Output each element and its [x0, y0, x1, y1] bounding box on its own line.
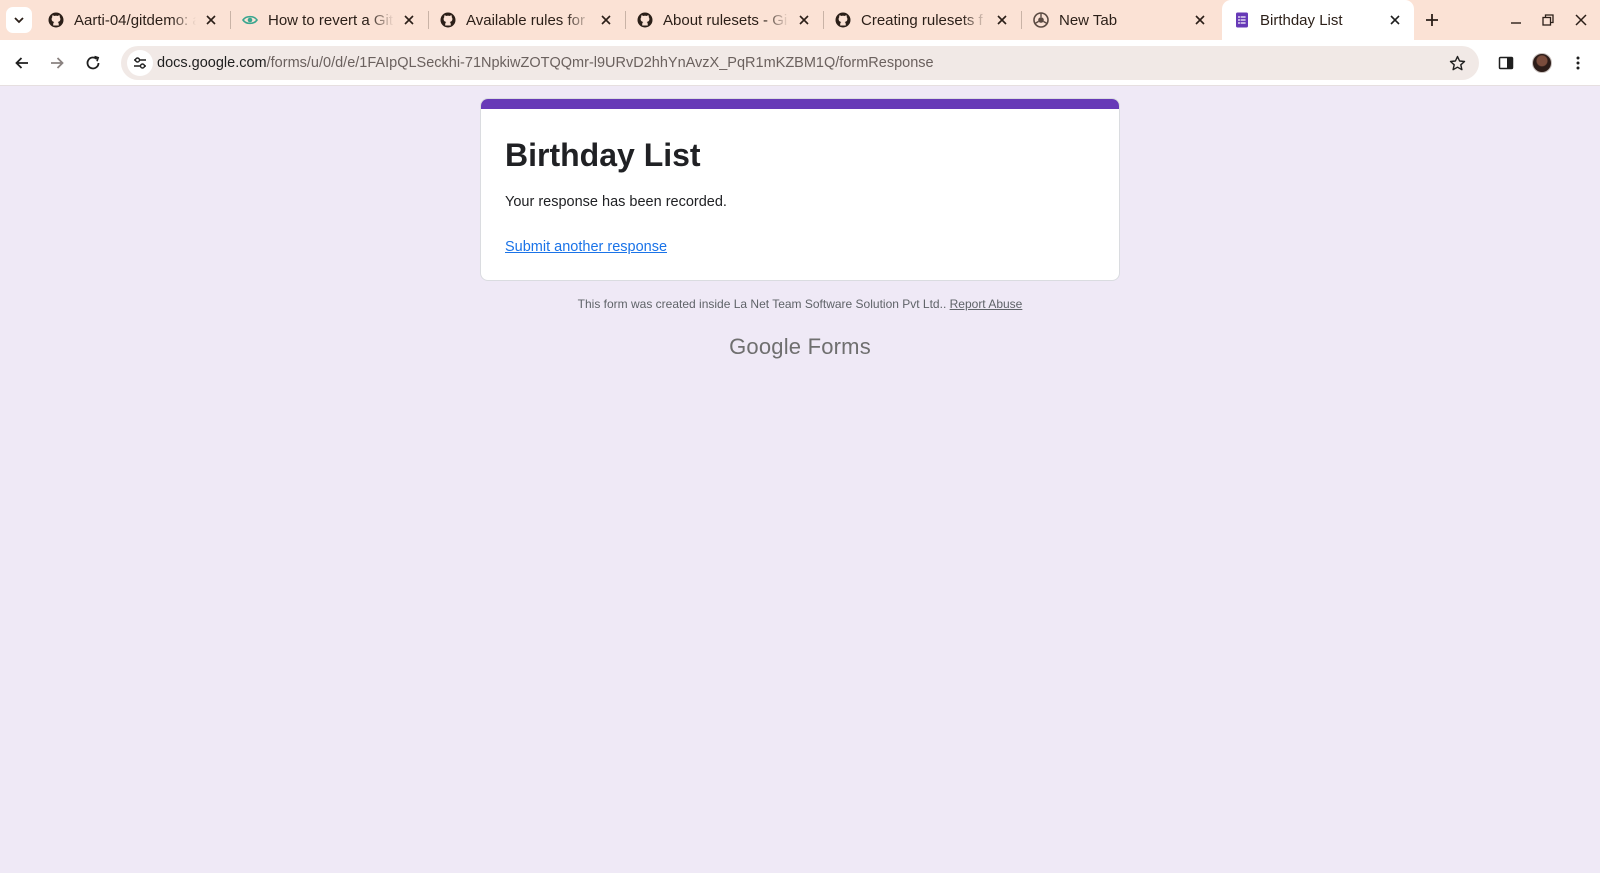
profile-button[interactable] [1529, 50, 1555, 76]
restore-icon [1542, 14, 1554, 26]
close-icon[interactable] [991, 9, 1013, 31]
forward-button[interactable] [43, 49, 71, 77]
brand-google: Google [729, 334, 802, 359]
tab-gitdemo[interactable]: Aarti-04/gitdemo: a [36, 0, 231, 40]
google-forms-icon [1234, 12, 1250, 28]
address-bar[interactable]: docs.google.com/forms/u/0/d/e/1FAIpQLSec… [121, 46, 1479, 80]
star-icon [1449, 55, 1465, 70]
close-icon[interactable] [200, 9, 222, 31]
tab-title: Birthday List [1260, 11, 1343, 29]
tab-birthday-list[interactable]: Birthday List [1222, 0, 1414, 40]
side-panel-icon [1498, 56, 1514, 70]
browser-toolbar: docs.google.com/forms/u/0/d/e/1FAIpQLSec… [0, 40, 1600, 86]
tab-strip: Aarti-04/gitdemo: a How to revert a Git … [0, 0, 1600, 40]
form-confirmation-card: Birthday List Your response has been rec… [480, 98, 1120, 281]
github-icon [440, 12, 456, 28]
tab-new-tab[interactable]: New Tab [1021, 0, 1219, 40]
tab-title: How to revert a Git [268, 11, 394, 29]
github-icon [48, 12, 64, 28]
close-icon[interactable] [398, 9, 420, 31]
arrow-left-icon [15, 57, 28, 69]
footer-note-text: This form was created inside La Net Team… [577, 297, 947, 311]
chevron-down-icon [14, 17, 24, 24]
close-icon[interactable] [793, 9, 815, 31]
restore-button[interactable] [1536, 8, 1560, 32]
back-button[interactable] [8, 49, 36, 77]
close-icon [1575, 14, 1587, 26]
arrow-right-icon [51, 57, 64, 69]
tab-creating-rulesets[interactable]: Creating rulesets f [823, 0, 1022, 40]
tab-title: New Tab [1059, 11, 1118, 29]
tab-available-rules[interactable]: Available rules for [428, 0, 626, 40]
close-icon[interactable] [1189, 9, 1211, 31]
close-icon[interactable] [595, 9, 617, 31]
google-forms-logo[interactable]: Google Forms [0, 334, 1600, 360]
github-icon [835, 12, 851, 28]
plus-icon [1426, 14, 1438, 26]
url-text: docs.google.com/forms/u/0/d/e/1FAIpQLSec… [157, 55, 934, 71]
side-panel-button[interactable] [1493, 50, 1519, 76]
tab-title: Aarti-04/gitdemo: a [74, 11, 196, 29]
confirmation-message: Your response has been recorded. [505, 194, 727, 210]
eye-icon [242, 12, 258, 28]
menu-button[interactable] [1565, 50, 1591, 76]
minimize-icon [1511, 22, 1521, 24]
report-abuse-link[interactable]: Report Abuse [950, 297, 1023, 311]
site-info-button[interactable] [127, 50, 153, 76]
url-host: docs.google.com [157, 55, 267, 71]
tab-title: Creating rulesets f [861, 11, 983, 29]
submit-another-response-link[interactable]: Submit another response [505, 239, 667, 255]
tab-search-button[interactable] [6, 7, 32, 33]
tab-revert-git[interactable]: How to revert a Git [230, 0, 429, 40]
reload-icon [86, 55, 100, 70]
tab-title: About rulesets - Gi [663, 11, 788, 29]
tune-icon [134, 57, 146, 69]
form-title: Birthday List [505, 137, 701, 173]
close-window-button[interactable] [1569, 8, 1593, 32]
new-tab-button[interactable] [1420, 8, 1444, 32]
form-footer-note: This form was created inside La Net Team… [0, 297, 1600, 311]
avatar [1532, 53, 1552, 73]
close-icon[interactable] [1384, 9, 1406, 31]
chrome-icon [1033, 12, 1049, 28]
brand-forms: Forms [807, 334, 871, 359]
tab-title: Available rules for [466, 11, 585, 29]
reload-button[interactable] [79, 49, 107, 77]
minimize-button[interactable] [1504, 8, 1528, 32]
form-accent-bar [481, 99, 1119, 109]
tab-about-rulesets[interactable]: About rulesets - Gi [625, 0, 824, 40]
github-icon [637, 12, 653, 28]
bookmark-button[interactable] [1445, 51, 1469, 75]
url-path: /forms/u/0/d/e/1FAIpQLSeckhi-71NpkiwZOTQ… [266, 55, 934, 71]
more-vert-icon [1576, 56, 1580, 70]
